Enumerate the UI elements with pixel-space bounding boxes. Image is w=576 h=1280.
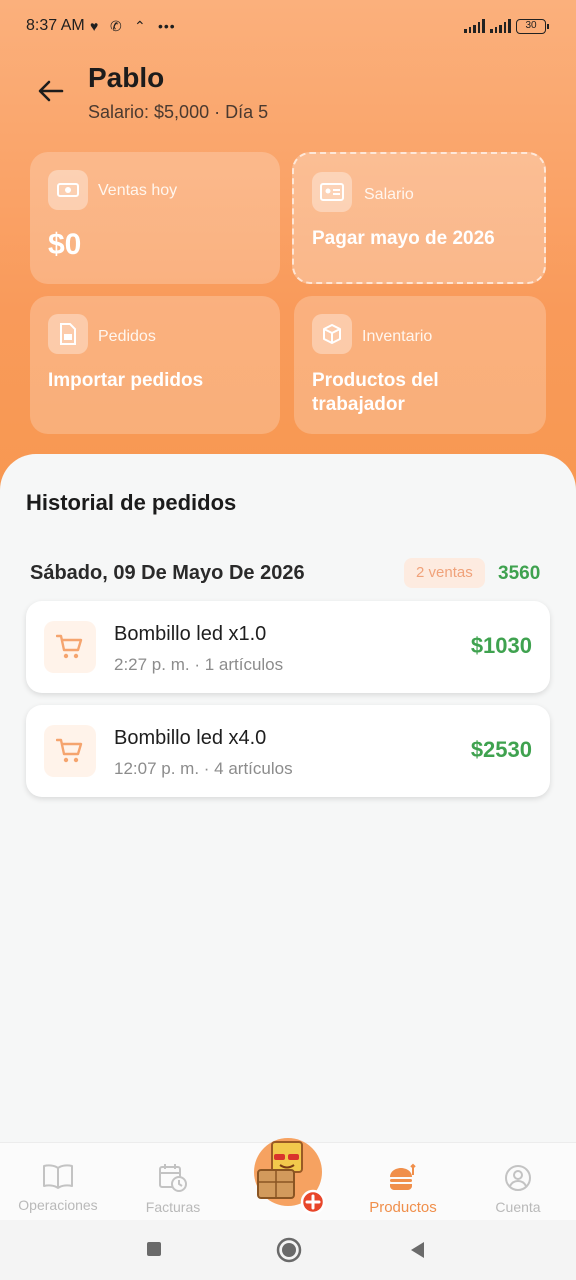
nav-label: Operaciones xyxy=(18,1197,98,1213)
orders-card[interactable]: Pedidos Importar pedidos xyxy=(30,296,280,434)
inventory-action-line2: trabajador xyxy=(312,394,405,415)
sales-today-card[interactable]: Ventas hoy $0 xyxy=(30,152,280,284)
salary-action: Pagar mayo de 2026 xyxy=(312,228,495,249)
nav-label: Cuenta xyxy=(495,1199,541,1215)
file-import-icon xyxy=(48,314,88,354)
money-icon xyxy=(48,170,88,210)
signal-icon xyxy=(464,19,485,33)
home-icon[interactable] xyxy=(276,1237,302,1263)
order-amount: $2530 xyxy=(470,737,532,762)
order-meta: 12:07 p. m. · 4 artículos xyxy=(114,759,293,778)
nav-item-facturas[interactable]: Facturas xyxy=(118,1163,228,1215)
recent-apps-icon[interactable] xyxy=(146,1241,162,1257)
inventory-card[interactable]: Inventario Productos del trabajador xyxy=(294,296,546,434)
inventory-label: Inventario xyxy=(362,328,433,345)
nav-label: Facturas xyxy=(145,1199,201,1215)
sales-count-badge: 2 ventas xyxy=(404,558,485,588)
order-amount: $1030 xyxy=(470,633,532,658)
calendar-clock-icon xyxy=(159,1164,187,1192)
battery-icon: 30 xyxy=(516,19,549,34)
add-product-mascot-button[interactable] xyxy=(250,1130,326,1214)
whatsapp-icon: ✆ xyxy=(110,18,122,34)
orders-action: Importar pedidos xyxy=(48,370,204,391)
notification-icon: ⌃ xyxy=(134,18,146,34)
signal-icon xyxy=(490,19,511,33)
burger-icon xyxy=(390,1163,416,1190)
salary-card[interactable]: Salario Pagar mayo de 2026 xyxy=(292,152,546,284)
id-card-icon xyxy=(312,172,352,212)
heart-icon: ♥ xyxy=(90,18,99,34)
cart-icon xyxy=(44,621,96,673)
sales-today-value: $0 xyxy=(48,228,82,261)
order-card[interactable]: Bombillo led x1.0 2:27 p. m. · 1 artícul… xyxy=(26,601,550,693)
order-name: Bombillo led x1.0 xyxy=(114,623,267,645)
system-nav-bar xyxy=(0,1220,576,1280)
user-circle-icon xyxy=(505,1165,531,1191)
box-icon xyxy=(312,314,352,354)
inventory-action-line1: Productos del xyxy=(312,370,439,391)
status-bar: 8:37 AM ♥ ✆ ⌃ ••• 30 xyxy=(0,0,576,54)
cart-icon xyxy=(44,725,96,777)
day-total: 3560 xyxy=(498,563,541,584)
more-icon: ••• xyxy=(158,18,176,34)
salary-label: Salario xyxy=(364,186,414,203)
back-nav-icon[interactable] xyxy=(408,1240,426,1260)
order-card[interactable]: Bombillo led x4.0 12:07 p. m. · 4 artícu… xyxy=(26,705,550,797)
sales-today-label: Ventas hoy xyxy=(98,182,178,199)
page-subtitle: Salario: $5,000 · Día 5 xyxy=(88,102,269,122)
order-meta: 2:27 p. m. · 1 artículos xyxy=(114,655,284,674)
nav-item-productos[interactable]: Productos xyxy=(348,1163,458,1216)
nav-item-cuenta[interactable]: Cuenta xyxy=(463,1163,573,1215)
orders-label: Pedidos xyxy=(98,328,156,345)
book-icon xyxy=(43,1164,73,1189)
status-time: 8:37 AM xyxy=(26,17,85,34)
back-arrow-icon[interactable] xyxy=(36,76,66,106)
history-sheet xyxy=(0,454,576,1154)
page-title: Pablo xyxy=(88,62,165,93)
nav-item-operaciones[interactable]: Operaciones xyxy=(3,1163,113,1213)
order-name: Bombillo led x4.0 xyxy=(114,727,267,749)
nav-label: Productos xyxy=(369,1199,437,1216)
group-date: Sábado, 09 De Mayo De 2026 xyxy=(30,562,305,584)
history-title: Historial de pedidos xyxy=(26,490,237,515)
